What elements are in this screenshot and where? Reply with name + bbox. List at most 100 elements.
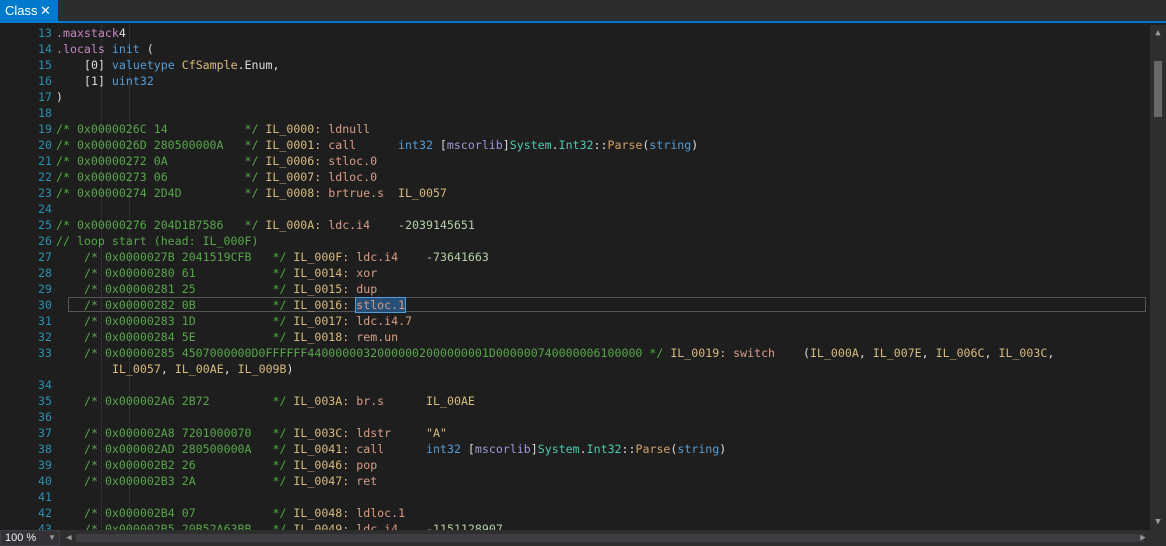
line-number: 37 — [38, 426, 52, 440]
code-text: /* 0x00000282 0B */ IL_0016: stloc.1 — [84, 297, 407, 313]
code-text: /* 0x000002B3 2A */ IL_0047: ret — [84, 473, 377, 489]
code-editor[interactable]: 13 .maxstack4 14 .locals init (15 [0] valuet… — [0, 25, 1150, 530]
zoom-select[interactable]: 100 % ▼ — [0, 530, 60, 546]
code-line[interactable]: 43 /* 0x000002B5 20B52A63BB */ IL_0049: l… — [0, 521, 1150, 530]
code-line[interactable]: 33 /* 0x00000285 4507000000D0FFFFFF440000… — [0, 345, 1150, 361]
code-line[interactable]: 39 /* 0x000002B2 26 */ IL_0046: pop — [0, 457, 1150, 473]
vertical-scrollbar[interactable]: ▲ ▼ — [1150, 25, 1166, 530]
scroll-up-icon[interactable]: ▲ — [1153, 28, 1163, 38]
code-token: ret — [356, 474, 378, 488]
line-number: 42 — [38, 506, 52, 520]
line-number: 36 — [38, 410, 52, 424]
code-token: stloc.0 — [328, 154, 378, 168]
code-text: /* 0x00000273 06 */ IL_0007: ldloc.0 — [56, 169, 377, 185]
line-number: 35 — [38, 394, 52, 408]
code-line[interactable]: 21 /* 0x00000272 0A */ IL_0006: stloc.0 — [0, 153, 1150, 169]
scroll-right-icon[interactable]: ▶ — [1138, 533, 1148, 543]
code-line[interactable]: 22 /* 0x00000273 06 */ IL_0007: ldloc.0 — [0, 169, 1150, 185]
code-token: /* 0x00000284 5E */ — [84, 330, 287, 344]
code-text: /* 0x0000026D 280500000A */ IL_0001: cal… — [56, 137, 698, 153]
scroll-left-icon[interactable]: ◀ — [64, 533, 74, 543]
code-line[interactable]: 41 — [0, 489, 1150, 505]
code-line[interactable]: 34 — [0, 377, 1150, 393]
code-token: , — [223, 362, 238, 376]
code-line[interactable]: 15 [0] valuetype CfSample.Enum, — [0, 57, 1150, 73]
code-token: br.s — [356, 394, 385, 408]
code-line[interactable]: 35 /* 0x000002A6 2B72 */ IL_003A: br.s IL… — [0, 393, 1150, 409]
line-number: 41 — [38, 490, 52, 504]
code-token: [ — [460, 442, 475, 456]
code-line[interactable]: 25 /* 0x00000276 204D1B7586 */ IL_000A: l… — [0, 217, 1150, 233]
code-token: ldc.i4.7 — [356, 314, 413, 328]
code-token: [0] — [84, 58, 112, 72]
code-token: ( — [139, 42, 154, 56]
code-line[interactable]: 16 [1] uint32 — [0, 73, 1150, 89]
code-line[interactable]: 32 /* 0x00000284 5E */ IL_0018: rem.un — [0, 329, 1150, 345]
code-token: ldloc.0 — [328, 170, 378, 184]
vertical-scroll-thumb[interactable] — [1154, 61, 1162, 117]
code-token: mscorlib — [446, 138, 503, 152]
code-line[interactable]: 40 /* 0x000002B3 2A */ IL_0047: ret — [0, 473, 1150, 489]
code-text: /* 0x00000274 2D4D */ IL_0008: brtrue.s … — [56, 185, 447, 201]
tab-class[interactable]: Class ✕ — [0, 0, 58, 21]
code-line[interactable]: 14 .locals init ( — [0, 41, 1150, 57]
line-number: 17 — [38, 90, 52, 104]
code-line[interactable]: 20 /* 0x0000026D 280500000A */ IL_0001: c… — [0, 137, 1150, 153]
code-token: -1151128907 — [426, 522, 503, 530]
code-line[interactable]: 19 /* 0x0000026C 14 */ IL_0000: ldnull — [0, 121, 1150, 137]
scroll-down-icon[interactable]: ▼ — [1153, 517, 1163, 527]
code-line[interactable]: 23 /* 0x00000274 2D4D */ IL_0008: brtrue.… — [0, 185, 1150, 201]
code-token: , — [921, 346, 936, 360]
code-token: IL_006C — [935, 346, 985, 360]
code-token: /* 0x00000273 06 */ — [56, 170, 259, 184]
code-token: /* 0x0000027B 2041519CFB */ — [84, 250, 287, 264]
code-token: . — [579, 442, 587, 456]
line-number: 13 — [38, 26, 52, 40]
code-line[interactable]: 42 /* 0x000002B4 07 */ IL_0048: ldloc.1 — [0, 505, 1150, 521]
code-token: IL_0048: — [293, 506, 350, 520]
code-token: xor — [356, 266, 378, 280]
code-token: Parse — [607, 138, 643, 152]
horizontal-scrollbar[interactable]: ◀ ▶ — [62, 530, 1150, 546]
code-line[interactable]: 13 .maxstack4 — [0, 25, 1150, 41]
code-token: :: — [593, 138, 608, 152]
code-line[interactable]: 28 /* 0x00000280 61 */ IL_0014: xor — [0, 265, 1150, 281]
code-token: IL_0014: — [293, 266, 350, 280]
code-text: /* 0x00000284 5E */ IL_0018: rem.un — [84, 329, 398, 345]
chevron-down-icon[interactable]: ▼ — [48, 531, 56, 545]
code-token: -2039145651 — [398, 218, 475, 232]
code-line[interactable]: IL_0057, IL_00AE, IL_009B) — [0, 361, 1150, 377]
horizontal-scroll-thumb[interactable] — [76, 534, 1144, 542]
code-token: /* 0x00000272 0A */ — [56, 154, 259, 168]
code-line[interactable]: 29 /* 0x00000281 25 */ IL_0015: dup — [0, 281, 1150, 297]
code-token: ldstr — [356, 426, 392, 440]
code-token: ) — [719, 442, 727, 456]
code-token: IL_003A: — [293, 394, 350, 408]
code-line[interactable]: 24 — [0, 201, 1150, 217]
code-token: IL_0008: — [265, 186, 322, 200]
code-line[interactable]: 27 /* 0x0000027B 2041519CFB */ IL_000F: l… — [0, 249, 1150, 265]
code-token: ] — [530, 442, 538, 456]
code-text: /* 0x0000027B 2041519CFB */ IL_000F: ldc… — [84, 249, 489, 265]
code-line[interactable]: 26 // loop start (head: IL_000F) — [0, 233, 1150, 249]
code-line[interactable]: 36 — [0, 409, 1150, 425]
code-line[interactable]: 38 /* 0x000002AD 280500000A */ IL_0041: c… — [0, 441, 1150, 457]
code-line[interactable]: 31 /* 0x00000283 1D */ IL_0017: ldc.i4.7 — [0, 313, 1150, 329]
line-number: 39 — [38, 458, 52, 472]
line-number: 32 — [38, 330, 52, 344]
line-number: 21 — [38, 154, 52, 168]
code-token: /* 0x00000276 204D1B7586 */ — [56, 218, 259, 232]
code-line[interactable]: 18 — [0, 105, 1150, 121]
line-number: 30 — [38, 298, 52, 312]
code-token: IL_0057 — [111, 362, 161, 376]
code-line[interactable]: 30 /* 0x00000282 0B */ IL_0016: stloc.1 — [0, 297, 1150, 313]
code-token: /* 0x00000281 25 */ — [84, 282, 287, 296]
line-number: 25 — [38, 218, 52, 232]
code-line[interactable]: 17) — [0, 89, 1150, 105]
code-token: IL_0047: — [293, 474, 350, 488]
code-token: switch — [733, 346, 776, 360]
close-icon[interactable]: ✕ — [40, 0, 51, 21]
code-line[interactable]: 37 /* 0x000002A8 7201000070 */ IL_003C: l… — [0, 425, 1150, 441]
